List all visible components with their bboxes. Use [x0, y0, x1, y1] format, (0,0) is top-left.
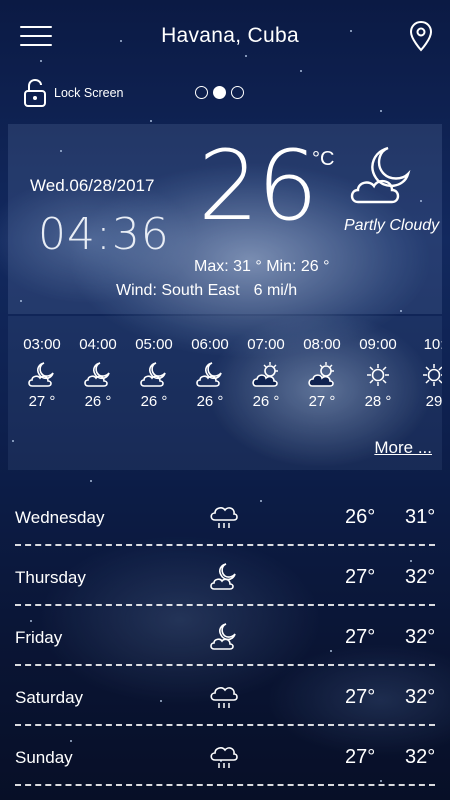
current-time: 04:36: [38, 209, 170, 260]
day-high: 32°: [405, 566, 436, 588]
hour-item: 03:00 27 °: [14, 336, 70, 410]
lock-screen-toggle[interactable]: Lock Screen: [22, 76, 123, 110]
hour-temp: 26 °: [252, 393, 280, 410]
moon-cloud-icon: [210, 563, 236, 590]
hour-item: 05:00 26 °: [126, 336, 182, 410]
hour-item: 04:00 26 °: [70, 336, 126, 410]
hour-time: 08:00: [303, 336, 341, 353]
moon-cloud-icon: [210, 623, 236, 650]
page-dot-active[interactable]: [213, 86, 226, 99]
lock-screen-label: Lock Screen: [54, 86, 124, 100]
day-low: 27°: [345, 626, 376, 648]
daily-forecast: Wednesday 26° 31° Thursday 27° 32° Frida…: [15, 486, 435, 786]
day-high: 31°: [405, 506, 436, 528]
city-title[interactable]: Havana, Cuba: [0, 24, 450, 48]
sun-cloud-icon: [308, 362, 334, 387]
hour-item: 10: 29: [406, 336, 442, 410]
moon-cloud-icon: [84, 362, 110, 387]
min-max-temps: Max: 31 ° Min: 26 °: [194, 258, 330, 276]
condition-text: Partly Cloudy: [344, 217, 440, 234]
wind-speed: 6 mi/h: [253, 282, 298, 299]
day-row[interactable]: Friday 27° 32°: [15, 606, 435, 666]
hour-item: 06:00 26 °: [182, 336, 238, 410]
moon-cloud-icon: [350, 146, 411, 204]
hour-item: 09:00 28 °: [350, 336, 406, 410]
day-row[interactable]: Wednesday 26° 31°: [15, 486, 435, 546]
hour-temp: 27 °: [308, 393, 336, 410]
page-indicator: [195, 86, 249, 99]
rain-cloud-icon: [210, 687, 238, 708]
hour-item: 08:00 27 °: [294, 336, 350, 410]
day-low: 27°: [345, 686, 376, 708]
hour-temp: 26 °: [84, 393, 112, 410]
location-pin-icon[interactable]: [408, 20, 434, 52]
moon-cloud-icon: [140, 362, 166, 387]
day-name: Sunday: [15, 748, 73, 767]
more-link[interactable]: More ...: [374, 438, 432, 458]
hour-temp: 29: [425, 393, 442, 410]
hour-temp: 26 °: [196, 393, 224, 410]
day-row[interactable]: Thursday 27° 32°: [15, 546, 435, 606]
wind-info: Wind: South East 6 mi/h: [116, 282, 297, 300]
hour-time: 09:00: [359, 336, 397, 353]
min-temp: Min: 26 °: [266, 258, 330, 275]
max-temp: Max: 31 °: [194, 258, 262, 275]
moon-cloud-icon: [196, 362, 222, 387]
hour-item: 07:00 26 °: [238, 336, 294, 410]
day-low: 27°: [345, 566, 376, 588]
hour-temp: 26 °: [140, 393, 168, 410]
hour-temp: 28 °: [364, 393, 392, 410]
wind-direction: Wind: South East: [116, 282, 240, 299]
hour-time: 04:00: [79, 336, 117, 353]
page-dot[interactable]: [195, 86, 208, 99]
hour-temp: 27 °: [28, 393, 56, 410]
hour-time: 05:00: [135, 336, 173, 353]
temperature-unit[interactable]: °C: [312, 148, 334, 171]
sun-icon: [423, 364, 442, 386]
rain-cloud-icon: [210, 747, 238, 768]
day-row[interactable]: Saturday 27° 32°: [15, 666, 435, 726]
current-date: Wed.06/28/2017: [30, 176, 155, 195]
current-conditions-panel: Wed.06/28/2017 04:36 26 °C Partly Cloudy…: [8, 124, 442, 314]
day-low: 26°: [345, 506, 376, 528]
hour-time: 10:: [423, 336, 442, 353]
day-name: Thursday: [15, 568, 86, 587]
moon-cloud-icon: [28, 362, 54, 387]
day-name: Saturday: [15, 688, 84, 707]
page-dot[interactable]: [231, 86, 244, 99]
day-high: 32°: [405, 746, 436, 768]
day-high: 32°: [405, 626, 436, 648]
top-bar: Havana, Cuba: [0, 0, 450, 72]
day-low: 27°: [345, 746, 376, 768]
hour-time: 06:00: [191, 336, 229, 353]
unlock-icon: [24, 78, 46, 107]
current-temperature: 26: [198, 130, 318, 242]
day-name: Wednesday: [15, 508, 105, 527]
hour-time: 03:00: [23, 336, 61, 353]
hour-time: 07:00: [247, 336, 285, 353]
sun-cloud-icon: [252, 362, 278, 387]
sun-icon: [367, 364, 389, 386]
day-row[interactable]: Sunday 27° 32°: [15, 726, 435, 786]
rain-cloud-icon: [210, 507, 238, 528]
hourly-forecast[interactable]: 03:00 27 ° 04:00 26 ° 05:00 26 ° 06:00 2…: [8, 316, 442, 470]
day-high: 32°: [405, 686, 436, 708]
day-name: Friday: [15, 628, 63, 647]
